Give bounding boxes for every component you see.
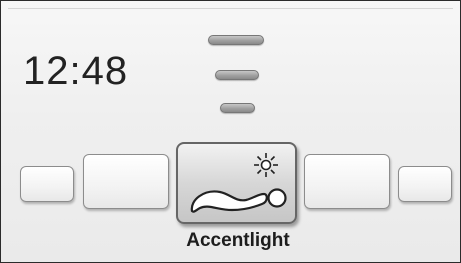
menu-tile-left[interactable]	[83, 154, 169, 209]
display-screen: 12:48 Accentlight	[0, 0, 461, 263]
top-divider	[8, 8, 453, 9]
menu-tile-far-left[interactable]	[20, 166, 74, 202]
person-lying-with-light-icon	[190, 153, 287, 213]
level-bar-2	[215, 70, 259, 80]
menu-tile-far-right[interactable]	[398, 166, 452, 202]
level-bar-1	[208, 35, 264, 45]
menu-tile-right[interactable]	[304, 154, 390, 209]
clock-time: 12:48	[23, 49, 129, 93]
menu-tile-accentlight[interactable]	[176, 142, 297, 224]
level-bar-3	[220, 103, 255, 113]
selected-menu-label: Accentlight	[186, 230, 290, 251]
